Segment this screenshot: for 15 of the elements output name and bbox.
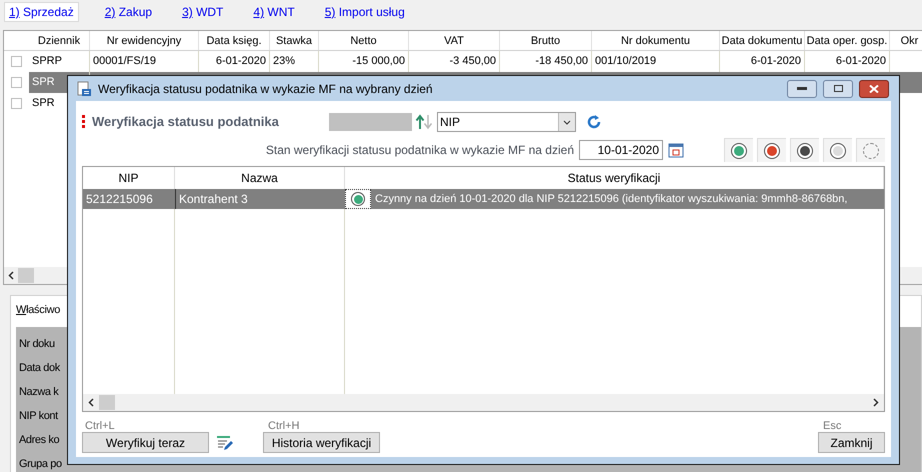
property-label: Nr doku: [19, 336, 55, 352]
property-label: Adres ko: [19, 432, 60, 448]
dialog-title: Weryfikacja statusu podatnika w wykazie MF na wybrany dzień: [98, 80, 433, 98]
table-cell-text: 5212215096: [85, 191, 154, 208]
table-cell-text: Czynny na dzień 10-01-2020 dla NIP 5212215096 (identyfikator wyszukiwania: 9mmh8-86768bn,: [374, 192, 848, 207]
shortcut-label: Esc: [822, 419, 842, 432]
date-label: Stan weryfikacji statusu podatnika w wykazie MF na dzień: [266, 142, 574, 159]
shortcut-label: Ctrl+L: [84, 419, 116, 432]
shortcut-label: Ctrl+H: [267, 419, 300, 432]
property-label: NIP kont: [19, 408, 58, 424]
property-label: Nazwa k: [19, 384, 58, 400]
section-heading: Weryfikacja statusu podatnika: [92, 113, 280, 132]
property-label: Grupa po: [19, 456, 62, 472]
property-label: Data dok: [19, 360, 60, 376]
properties-title: Właściwo: [16, 303, 60, 318]
